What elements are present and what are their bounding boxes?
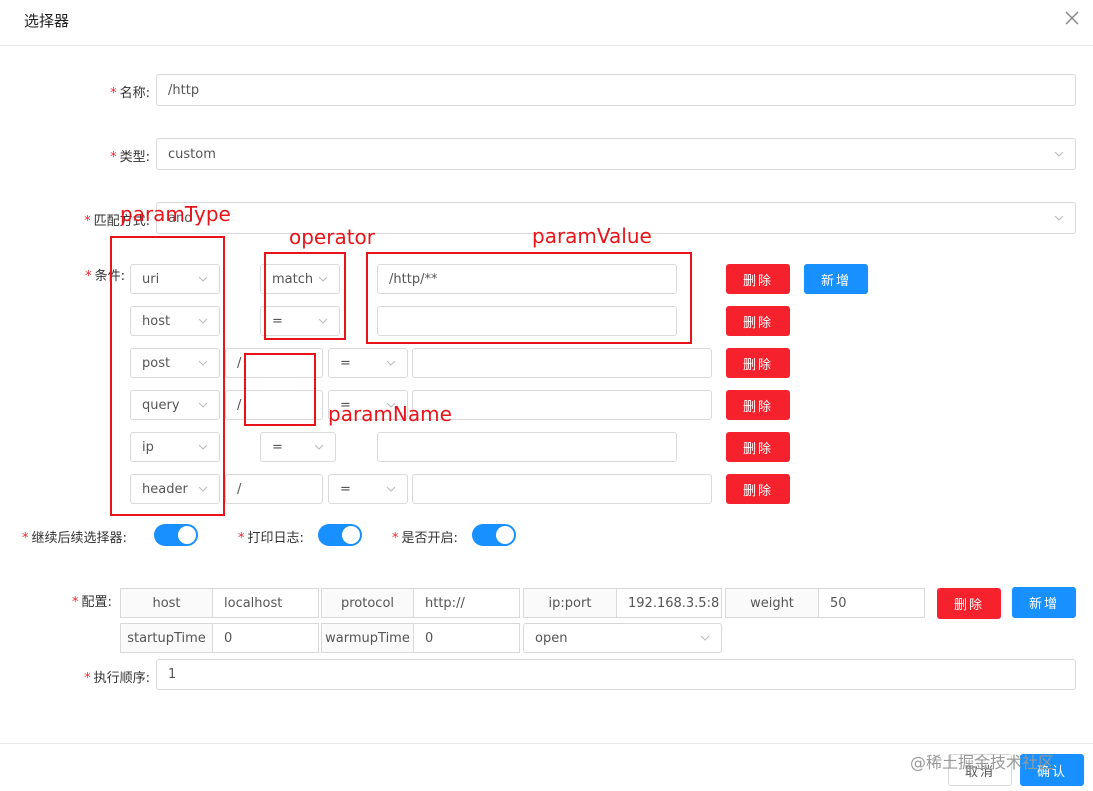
annotation-paramName-text: paramName: [328, 402, 452, 426]
chevron-down-icon: [1054, 215, 1064, 221]
toggle-knob: [178, 526, 196, 544]
config-ipport-label: ip:port: [523, 588, 617, 618]
config-label: * 配置:: [72, 595, 112, 610]
chevron-down-icon: [314, 444, 324, 450]
annotation-paramValue-text: paramValue: [532, 224, 652, 248]
chevron-down-icon: [386, 360, 396, 366]
type-select[interactable]: custom: [156, 138, 1076, 170]
toggle-knob: [496, 526, 514, 544]
config-startup-label: startupTime: [120, 623, 213, 653]
config-startup-input[interactable]: 0: [213, 623, 319, 653]
config-weight-label: weight: [725, 588, 819, 618]
annotation-paramName-box: [244, 353, 316, 426]
operator-select[interactable]: =: [260, 432, 336, 462]
dialog-header: [0, 0, 1093, 46]
config-warmup-label: warmupTime: [321, 623, 414, 653]
config-warmup-input[interactable]: 0: [414, 623, 520, 653]
config-host-label: host: [120, 588, 213, 618]
order-input[interactable]: 1: [156, 659, 1076, 690]
operator-select[interactable]: =: [328, 348, 408, 378]
param-value-input[interactable]: [412, 348, 712, 378]
add-condition-button[interactable]: 新增: [804, 264, 868, 294]
config-ipport-input[interactable]: 192.168.3.5:8: [617, 588, 722, 618]
enabled-toggle[interactable]: [472, 524, 516, 546]
annotation-operator-text: operator: [289, 225, 376, 249]
toggle-knob: [342, 526, 360, 544]
delete-button[interactable]: 删除: [726, 348, 790, 378]
watermark: @稀土掘金技术社区: [910, 753, 1055, 772]
continue-label: * 继续后续选择器:: [22, 531, 127, 546]
annotation-paramType-box: [110, 236, 225, 516]
config-status-select[interactable]: open: [523, 623, 722, 653]
param-value-input[interactable]: [412, 390, 712, 420]
annotation-paramValue-box: [366, 252, 692, 344]
param-value-input[interactable]: [377, 432, 677, 462]
config-host-input[interactable]: localhost: [213, 588, 319, 618]
delete-button[interactable]: 删除: [726, 390, 790, 420]
annotation-operator-box: [264, 252, 346, 340]
annotation-paramType-text: paramType: [120, 202, 231, 226]
chevron-down-icon: [1054, 151, 1064, 157]
dialog-title: 选择器: [24, 12, 70, 30]
operator-select[interactable]: =: [328, 474, 408, 504]
config-weight-input[interactable]: 50: [819, 588, 925, 618]
chevron-down-icon: [386, 486, 396, 492]
delete-button[interactable]: 删除: [726, 306, 790, 336]
config-protocol-label: protocol: [321, 588, 414, 618]
close-icon[interactable]: [1062, 8, 1082, 28]
order-label: * 执行顺序:: [84, 671, 150, 686]
delete-button[interactable]: 删除: [726, 264, 790, 294]
log-toggle[interactable]: [318, 524, 362, 546]
config-protocol-input[interactable]: http://: [414, 588, 520, 618]
param-name-input[interactable]: /: [225, 474, 323, 504]
chevron-down-icon: [700, 635, 710, 641]
delete-button[interactable]: 删除: [726, 432, 790, 462]
delete-button[interactable]: 删除: [726, 474, 790, 504]
name-input[interactable]: /http: [156, 74, 1076, 106]
config-add-button[interactable]: 新增: [1012, 587, 1076, 618]
name-label: * 名称:: [110, 86, 150, 101]
continue-toggle[interactable]: [154, 524, 198, 546]
type-label: * 类型:: [110, 150, 150, 165]
param-value-input[interactable]: [412, 474, 712, 504]
log-label: * 打印日志:: [238, 531, 304, 546]
config-delete-button[interactable]: 删除: [937, 588, 1001, 619]
enabled-label: * 是否开启:: [392, 531, 458, 546]
dialog-footer-divider: [0, 743, 1093, 744]
